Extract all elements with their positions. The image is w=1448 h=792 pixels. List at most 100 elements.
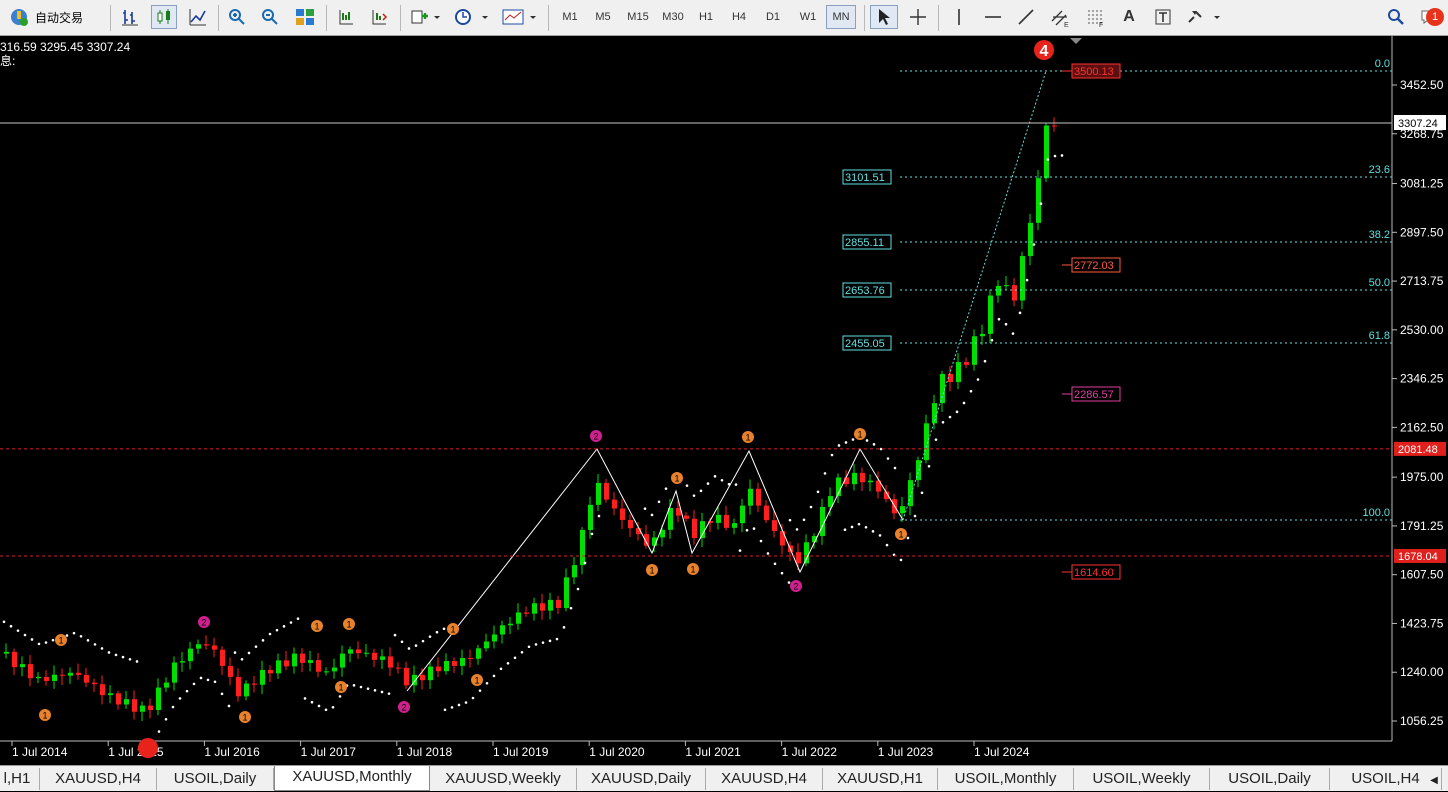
candle-body [68,672,73,676]
price-chart[interactable]: 0.0 23.6 38.2 50.0 61.8 100.0 3101.51 2855.11 26… [0,36,1448,765]
chart-tab[interactable]: XAUUSD,Daily [577,768,706,790]
price-tick-label: 3452.50 [1400,78,1444,92]
candle-body [1004,285,1009,287]
candle-body [324,671,329,673]
templates-button[interactable] [500,5,540,29]
bar-chart-button[interactable] [118,5,142,29]
candle-body [292,653,297,667]
target-price-label: 1614.60 [1074,567,1114,579]
chart-tab[interactable]: XAUUSD,H4 [40,768,157,790]
horizontal-line-button[interactable] [980,5,1006,29]
chat-button[interactable]: 1 [1414,5,1446,29]
notification-badge: 1 [1426,8,1444,26]
timeframe-d1[interactable]: D1 [759,5,787,29]
candle-body [28,664,33,679]
svg-text:2: 2 [593,432,598,442]
tile-windows-button[interactable] [292,5,318,29]
chart-tab[interactable]: USOIL,Monthly [938,768,1074,790]
candle-body [796,552,801,564]
text-label-button[interactable] [1150,5,1176,29]
vertical-line-button[interactable] [946,5,972,29]
chart-tab[interactable]: XAUUSD,Weekly [430,768,577,790]
candle-body [500,625,505,635]
chart-tab[interactable]: USOIL,Daily [157,768,274,790]
candle-body [612,499,617,509]
candle-body [740,505,745,524]
candle-body [300,653,305,663]
timeframe-m30[interactable]: M30 [657,5,689,29]
price-tick-label: 2897.50 [1400,225,1444,239]
price-tick-label: 2162.50 [1400,420,1444,434]
fibonacci-button[interactable]: F [1082,5,1110,29]
candlestick-button[interactable] [151,5,177,29]
candle-body [492,634,497,642]
candle-body [988,295,993,334]
candle-body [900,506,905,514]
chart-shift-icon [372,10,388,25]
candle-body [668,508,673,530]
tab-scroll-arrows[interactable]: ◀ [1420,768,1448,790]
cursor-button[interactable] [870,5,898,29]
toolbar: 自动交易 M1 M5 M15 M30 H1 H4 D1 W1 MN E F A … [0,0,1448,36]
fib-level-label: 0.0 [1375,58,1390,70]
timeframe-mn[interactable]: MN [826,5,856,29]
fib-level-label: 50.0 [1369,277,1390,289]
bar-chart-icon [122,10,138,26]
trendline-icon [1018,9,1034,25]
candle-body [804,542,809,564]
candle-body [116,693,121,705]
svg-text:1: 1 [314,622,319,632]
candle-body [132,699,137,712]
candle-body [516,612,521,624]
auto-trade-button[interactable]: 自动交易 [8,5,102,29]
search-button[interactable] [1384,5,1408,29]
fib-price-label: 2455.05 [845,338,885,350]
scroll-left-icon[interactable]: ◀ [1430,775,1438,786]
horizontal-line-price: 2081.48 [1398,444,1438,456]
chart-tab[interactable]: XAUUSD,H1 [823,768,938,790]
arrows-button[interactable] [1184,5,1224,29]
candle-body [356,649,361,654]
equidistant-channel-button[interactable]: E [1046,5,1076,29]
chart-shift-button[interactable] [366,5,392,29]
fib-level-label: 100.0 [1362,507,1390,519]
wave-start-marker [138,738,158,758]
candle-body [84,674,89,683]
candle-body [244,683,249,697]
zoom-in-button[interactable] [225,5,249,29]
fib-price-label: 2855.11 [845,237,884,249]
timeframe-h4[interactable]: H4 [725,5,753,29]
chart-tab[interactable]: USOIL,Daily [1210,768,1330,790]
target-price-label: 2772.03 [1074,260,1114,272]
line-chart-button[interactable] [186,5,210,29]
candle-body [724,514,729,528]
ohlc-info: 316.59 3295.45 3307.24 [0,40,130,54]
chart-tab[interactable]: XAUUSD,Monthly [274,766,430,791]
crosshair-button[interactable] [905,5,931,29]
chart-tab[interactable]: XAUUSD,H4 [706,768,823,790]
text-button[interactable]: A [1117,5,1141,29]
chart-tab[interactable]: l,H1 [0,768,40,790]
timeframe-m5[interactable]: M5 [589,5,617,29]
zoom-out-button[interactable] [258,5,282,29]
candle-body [428,666,433,681]
timeframe-m15[interactable]: M15 [622,5,654,29]
price-tick-label: 1791.25 [1400,519,1444,533]
candle-body [380,656,385,660]
search-icon [1388,9,1404,25]
svg-text:1: 1 [857,430,862,440]
chart-tab[interactable]: USOIL,Weekly [1074,768,1210,790]
timeframe-w1[interactable]: W1 [794,5,822,29]
timeframe-h1[interactable]: H1 [692,5,720,29]
candle-body [212,645,217,650]
timeframe-m1[interactable]: M1 [556,5,584,29]
chart-tabs: l,H1 XAUUSD,H4 USOIL,Daily XAUUSD,Monthly XA… [0,765,1448,791]
auto-scroll-icon [339,10,353,25]
candle-body [100,684,105,696]
trendline-button[interactable] [1013,5,1039,29]
auto-scroll-button[interactable] [334,5,358,29]
svg-text:1: 1 [242,713,247,723]
indicators-button[interactable] [408,5,444,29]
periods-button[interactable] [452,5,492,29]
time-tick-label: 1 Jul 2022 [782,745,838,759]
